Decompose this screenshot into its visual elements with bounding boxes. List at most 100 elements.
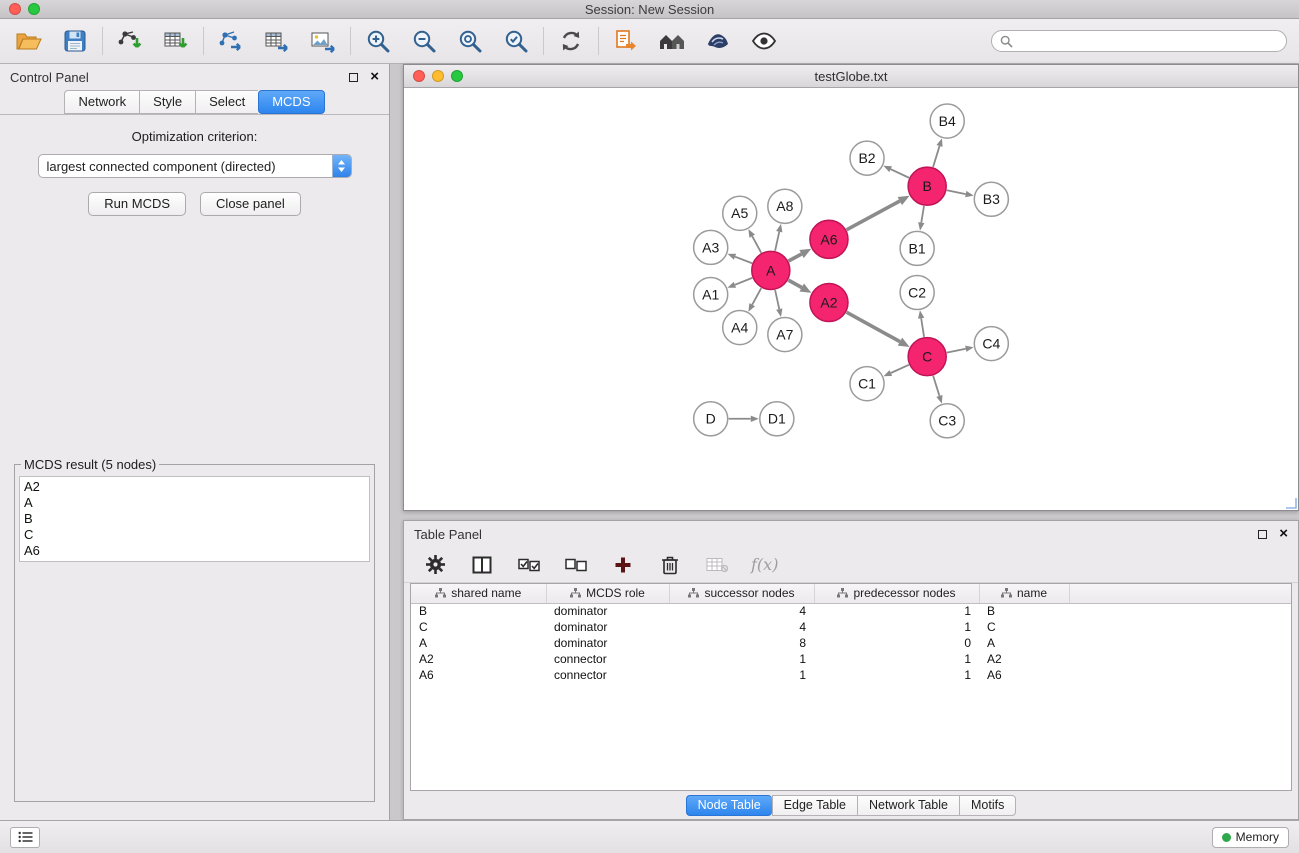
tab-edge-table[interactable]: Edge Table (772, 795, 857, 816)
home-button[interactable] (655, 25, 689, 57)
run-mcds-button[interactable]: Run MCDS (88, 192, 186, 216)
graph-edge-C-C4[interactable] (947, 349, 966, 353)
node-table[interactable]: shared nameMCDS rolesuccessor nodesprede… (410, 583, 1292, 791)
import-table-button[interactable] (159, 25, 193, 57)
graph-edge-A6-B[interactable] (847, 201, 900, 230)
search-input[interactable] (1018, 34, 1278, 48)
delete-columns-button[interactable] (657, 552, 683, 578)
zoom-window-button[interactable] (28, 3, 40, 15)
graph-edge-A-A2[interactable] (788, 280, 801, 287)
table-cell[interactable]: B (979, 603, 1069, 619)
table-cell[interactable]: 1 (669, 667, 814, 683)
table-cell[interactable]: connector (546, 651, 669, 667)
table-settings-button[interactable] (422, 552, 448, 578)
result-item[interactable]: A (24, 495, 365, 511)
table-row[interactable]: Bdominator41B (411, 603, 1291, 619)
search-box[interactable] (991, 30, 1287, 52)
table-cell[interactable]: 1 (814, 651, 979, 667)
table-cell[interactable]: 1 (814, 619, 979, 635)
refresh-view-button[interactable] (554, 25, 588, 57)
table-cell[interactable]: dominator (546, 619, 669, 635)
export-network-button[interactable] (214, 25, 248, 57)
network-close-button[interactable] (413, 70, 425, 82)
result-item[interactable]: A2 (24, 479, 365, 495)
table-cell[interactable]: C (979, 619, 1069, 635)
table-cell[interactable]: 4 (669, 603, 814, 619)
graph-edge-A-A8[interactable] (775, 232, 779, 251)
graph-edge-A-A5[interactable] (752, 236, 761, 253)
table-row[interactable]: A2connector11A2 (411, 651, 1291, 667)
open-folder-button[interactable] (12, 25, 46, 57)
column-header-MCDS-role[interactable]: MCDS role (546, 584, 669, 603)
table-cell[interactable]: 8 (669, 635, 814, 651)
column-header-predecessor-nodes[interactable]: predecessor nodes (814, 584, 979, 603)
export-image-button[interactable] (306, 25, 340, 57)
graph-edge-A-A1[interactable] (735, 278, 752, 285)
graph-edge-B-B1[interactable] (921, 206, 924, 223)
table-cell[interactable]: connector (546, 667, 669, 683)
float-table-panel-icon[interactable] (1258, 530, 1267, 539)
close-panel-button[interactable]: Close panel (200, 192, 301, 216)
column-header-name[interactable]: name (979, 584, 1069, 603)
table-cell[interactable]: 1 (814, 603, 979, 619)
result-item[interactable]: B (24, 511, 365, 527)
save-session-button[interactable] (58, 25, 92, 57)
table-cell[interactable]: 0 (814, 635, 979, 651)
close-window-button[interactable] (9, 3, 21, 15)
graph-edge-A-A3[interactable] (735, 257, 752, 264)
table-cell[interactable]: dominator (546, 603, 669, 619)
mcds-result-list[interactable]: A2ABCA6 (19, 476, 370, 562)
column-header-shared-name[interactable]: shared name (411, 584, 546, 603)
result-item[interactable]: A6 (24, 543, 365, 559)
graph-edge-B-B4[interactable] (933, 146, 939, 167)
graph-edge-B-B3[interactable] (947, 190, 966, 194)
network-window-titlebar[interactable]: testGlobe.txt (404, 65, 1298, 88)
float-control-panel-icon[interactable] (349, 73, 358, 82)
table-cell[interactable]: C (411, 619, 546, 635)
table-cell[interactable]: 4 (669, 619, 814, 635)
table-cell[interactable]: A2 (411, 651, 546, 667)
tab-select[interactable]: Select (195, 90, 258, 114)
tab-node-table[interactable]: Node Table (686, 795, 772, 816)
graphics-details-button[interactable] (701, 25, 735, 57)
select-all-columns-button[interactable] (516, 552, 542, 578)
graph-edge-C-C3[interactable] (933, 376, 939, 396)
table-cell[interactable]: A (411, 635, 546, 651)
result-item[interactable]: C (24, 527, 365, 543)
zoom-selected-button[interactable] (499, 25, 533, 57)
table-cell[interactable]: A6 (979, 667, 1069, 683)
network-canvas[interactable]: B4B2BB3A5A8A6A3B1AA1C2A2A4A7C4CC1C3DD1 (404, 88, 1298, 510)
zoom-fit-button[interactable] (453, 25, 487, 57)
optimization-criterion-dropdown[interactable]: largest connected component (directed) (38, 154, 352, 178)
graph-edge-A2-C[interactable] (847, 312, 900, 341)
column-header-successor-nodes[interactable]: successor nodes (669, 584, 814, 603)
graph-edge-C-C2[interactable] (921, 318, 924, 337)
graph-edge-A-A4[interactable] (752, 288, 761, 305)
open-session-file-button[interactable] (609, 25, 643, 57)
table-cell[interactable]: A2 (979, 651, 1069, 667)
show-columns-button[interactable] (469, 552, 495, 578)
table-cell[interactable]: A6 (411, 667, 546, 683)
table-row[interactable]: A6connector11A6 (411, 667, 1291, 683)
network-minimize-button[interactable] (432, 70, 444, 82)
tab-style[interactable]: Style (139, 90, 195, 114)
resize-grip-icon[interactable] (1285, 497, 1297, 509)
table-cell[interactable]: A (979, 635, 1069, 651)
close-table-panel-icon[interactable]: × (1279, 528, 1288, 540)
table-cell[interactable]: dominator (546, 635, 669, 651)
table-row[interactable]: Cdominator41C (411, 619, 1291, 635)
export-table-button[interactable] (260, 25, 294, 57)
tab-mcds[interactable]: MCDS (258, 90, 324, 114)
zoom-out-button[interactable] (407, 25, 441, 57)
close-control-panel-icon[interactable]: × (370, 71, 379, 83)
create-new-column-button[interactable] (610, 552, 636, 578)
network-graph[interactable]: B4B2BB3A5A8A6A3B1AA1C2A2A4A7C4CC1C3DD1 (404, 88, 1298, 510)
table-cell[interactable]: B (411, 603, 546, 619)
tab-network-table[interactable]: Network Table (857, 795, 959, 816)
tab-network[interactable]: Network (64, 90, 139, 114)
graph-edge-A-A6[interactable] (788, 254, 801, 261)
tab-motifs[interactable]: Motifs (959, 795, 1016, 816)
import-network-button[interactable] (113, 25, 147, 57)
graph-edge-C-C1[interactable] (891, 365, 909, 373)
table-row[interactable]: Adominator80A (411, 635, 1291, 651)
